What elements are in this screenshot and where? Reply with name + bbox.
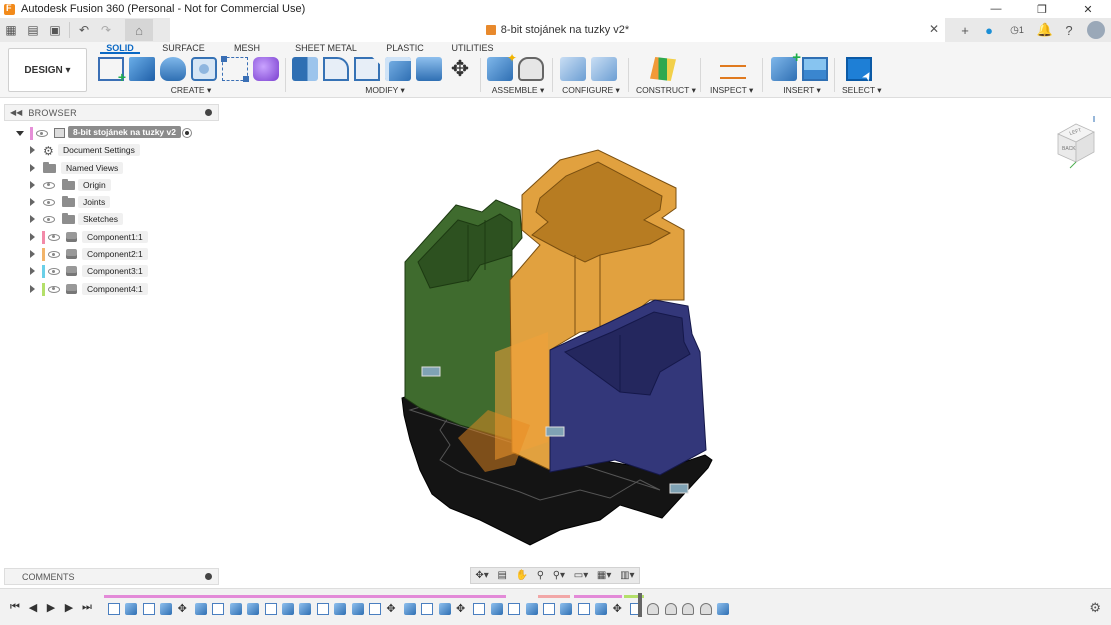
timeline-step-back-icon[interactable]: ◀ — [24, 601, 42, 614]
add-comment-icon[interactable] — [205, 573, 212, 580]
timeline-feature-icon[interactable] — [595, 603, 608, 615]
timeline-play-icon[interactable]: ▶ — [42, 601, 60, 614]
timeline-feature-icon[interactable] — [421, 603, 434, 615]
timeline-feature-icon[interactable] — [699, 603, 712, 615]
timeline-feature-icon[interactable] — [351, 603, 364, 615]
timeline-component-band — [104, 595, 506, 598]
display-settings-icon[interactable]: ▭▾ — [574, 570, 588, 581]
pan-hand-icon[interactable]: ✋ — [516, 570, 528, 581]
timeline-feature-icon[interactable] — [525, 603, 538, 615]
timeline-feature-icon[interactable] — [195, 603, 207, 615]
timeline-feature-icon[interactable] — [247, 603, 260, 615]
timeline-feature-icon[interactable] — [212, 603, 225, 615]
timeline-feature-icon[interactable]: ✥ — [456, 603, 468, 615]
timeline-feature-icon[interactable]: ✥ — [613, 603, 625, 615]
timeline-feature-icon[interactable] — [560, 603, 573, 615]
viewports-icon[interactable]: ▥▾ — [620, 570, 634, 581]
zoom-window-icon[interactable]: ⚲▾ — [553, 570, 565, 581]
timeline-feature-icon[interactable] — [717, 603, 729, 615]
timeline: ⏮ ◀ ▶ ▶ ⏭ ✥ ✥ ✥ ✥ ⚙ — [0, 588, 1111, 625]
timeline-feature-icon[interactable] — [334, 603, 347, 615]
timeline-step-forward-icon[interactable]: ▶ — [60, 601, 78, 614]
timeline-feature-icon[interactable] — [473, 603, 486, 615]
timeline-feature-icon[interactable] — [125, 603, 138, 615]
timeline-feature-icon[interactable] — [316, 603, 329, 615]
viewcube-axis-y — [1069, 161, 1077, 169]
timeline-feature-icon[interactable] — [264, 603, 277, 615]
timeline-feature-icon[interactable] — [647, 603, 660, 615]
timeline-feature-icon[interactable] — [229, 603, 242, 615]
timeline-feature-icon[interactable]: ✥ — [386, 603, 398, 615]
timeline-feature-icon[interactable] — [438, 603, 451, 615]
timeline-feature-icon[interactable] — [142, 603, 155, 615]
comments-panel[interactable]: COMMENTS — [4, 568, 219, 585]
viewcube[interactable]: LEFT BACK — [1050, 112, 1102, 170]
orbit-icon[interactable]: ✥▾ — [475, 570, 488, 581]
timeline-playback-controls: ⏮ ◀ ▶ ▶ ⏭ — [6, 601, 96, 614]
joint-glyph-icon[interactable] — [669, 483, 689, 494]
timeline-component-band — [538, 595, 570, 598]
timeline-feature-icon[interactable] — [577, 603, 590, 615]
timeline-feature-icon[interactable] — [543, 603, 555, 615]
joint-glyph-icon[interactable] — [545, 426, 565, 437]
timeline-feature-icon[interactable] — [299, 603, 312, 615]
zoom-icon[interactable]: ⚲ — [537, 570, 544, 581]
fusion-app-window: Autodesk Fusion 360 (Personal - Not for … — [0, 0, 1111, 625]
grid-settings-icon[interactable]: ▦▾ — [597, 570, 611, 581]
timeline-end-icon[interactable]: ⏭ — [78, 601, 96, 614]
timeline-feature-icon[interactable] — [490, 603, 503, 615]
model-viewport[interactable] — [0, 0, 1111, 625]
viewcube-side-label: BACK — [1062, 146, 1076, 152]
timeline-track[interactable]: ✥ ✥ ✥ ✥ — [104, 595, 729, 621]
joint-glyph-icon[interactable] — [421, 366, 441, 377]
timeline-component-band — [574, 595, 622, 598]
timeline-feature-icon[interactable] — [508, 603, 521, 615]
look-at-icon[interactable]: ▤ — [497, 570, 506, 581]
timeline-start-icon[interactable]: ⏮ — [6, 601, 24, 614]
timeline-feature-icon[interactable] — [160, 603, 173, 615]
navigation-bar: ✥▾ ▤ ✋ ⚲ ⚲▾ ▭▾ ▦▾ ▥▾ — [470, 567, 640, 584]
timeline-feature-icon[interactable] — [369, 603, 381, 615]
timeline-marker[interactable] — [638, 593, 642, 617]
timeline-feature-icon[interactable] — [108, 603, 120, 615]
timeline-feature-icon[interactable] — [282, 603, 294, 615]
timeline-settings-gear-icon[interactable]: ⚙ — [1089, 600, 1101, 616]
timeline-feature-icon[interactable]: ✥ — [178, 603, 190, 615]
timeline-feature-icon[interactable] — [403, 603, 416, 615]
timeline-feature-icon[interactable] — [664, 603, 677, 615]
timeline-feature-icon[interactable] — [682, 603, 695, 615]
comments-title: COMMENTS — [22, 571, 75, 582]
